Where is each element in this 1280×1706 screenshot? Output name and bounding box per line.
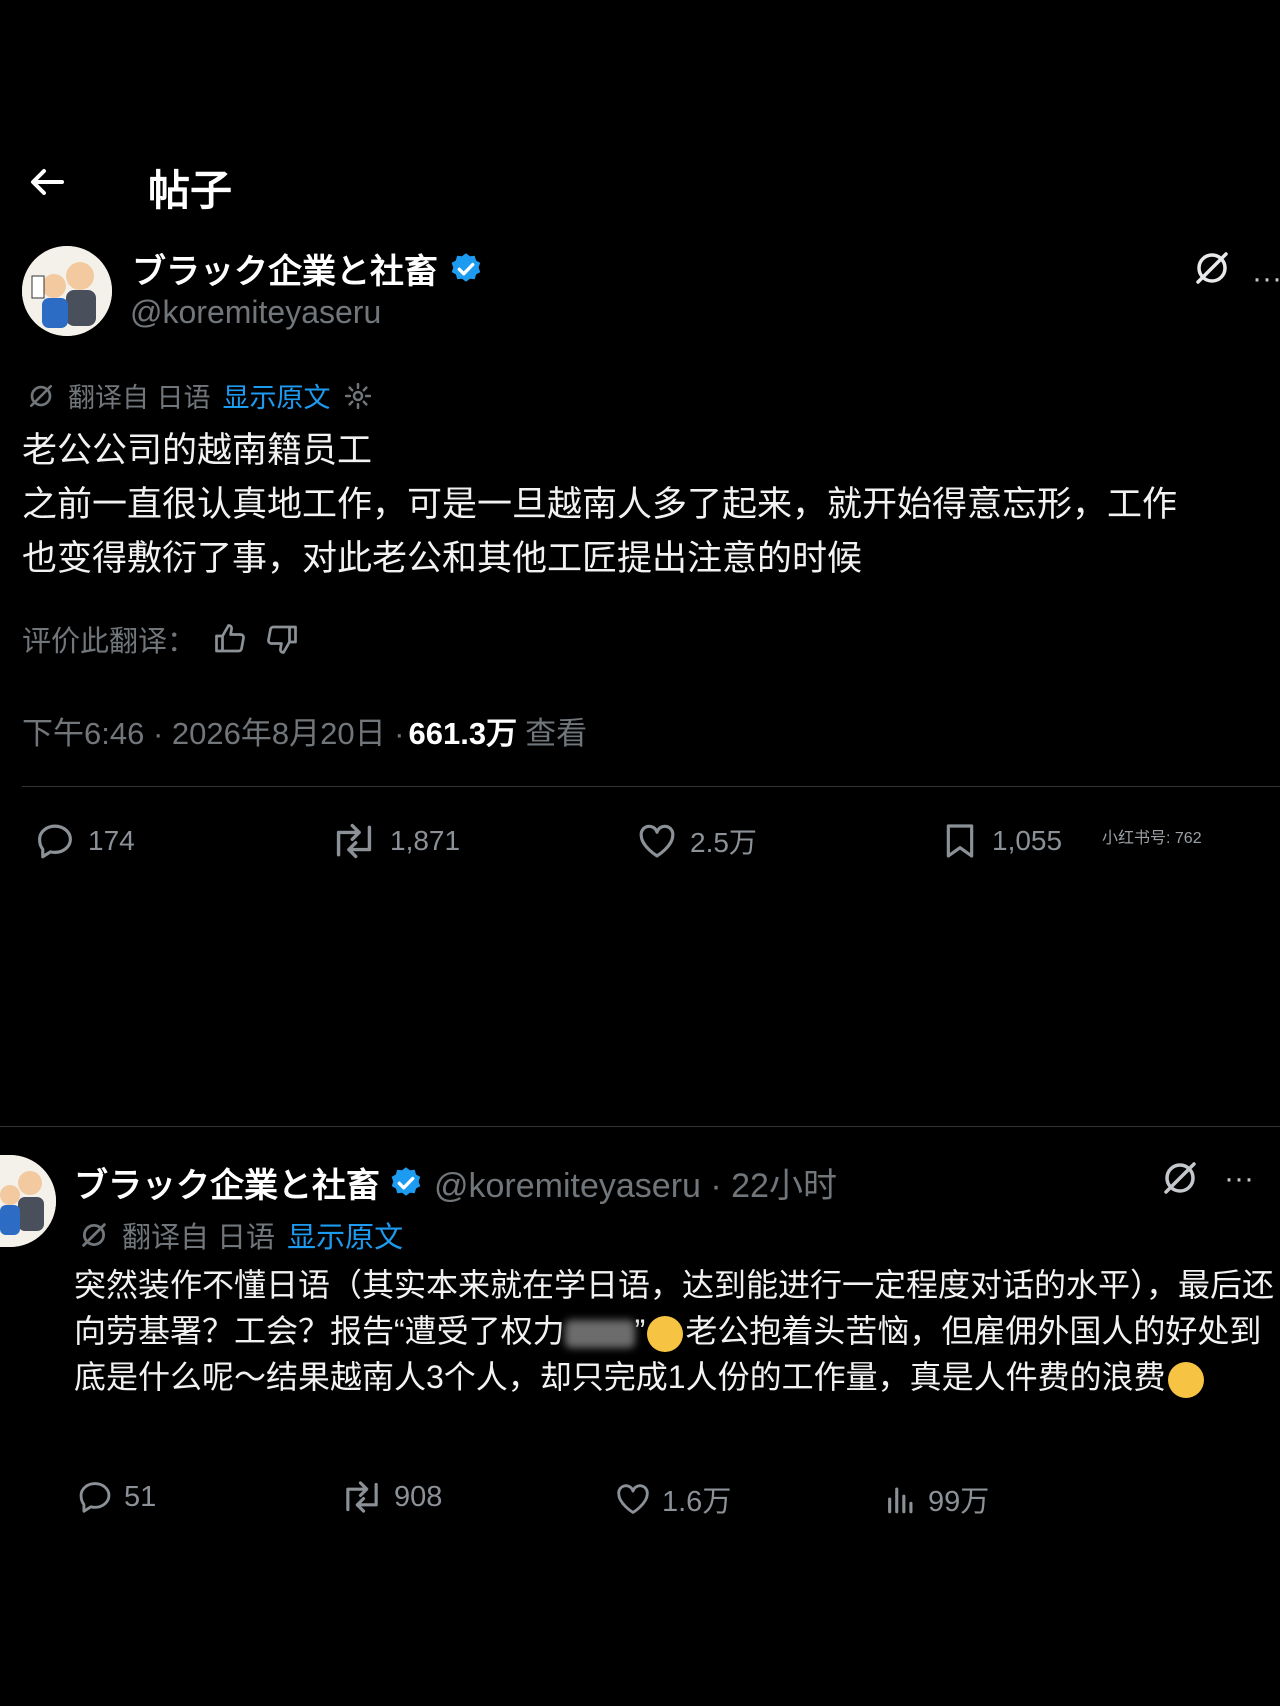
emoji-icon	[647, 1315, 684, 1352]
reply-icon	[79, 1482, 111, 1513]
more-icon[interactable]: ···	[1252, 262, 1280, 296]
thumbs-up-icon[interactable]	[196, 621, 248, 657]
retweet-button[interactable]: 1,871	[330, 820, 460, 862]
translation-bar: 翻译自 日语 显示原文	[26, 376, 373, 415]
grok-icon[interactable]	[1160, 1158, 1200, 1198]
views-label: 查看	[525, 716, 588, 751]
show-original-link[interactable]: 显示原文	[223, 376, 331, 415]
reply-body: 突然装作不懂日语（其实本来就在学日语，达到能进行一定程度对话的水平），最后还向劳…	[74, 1262, 1274, 1400]
reply-button[interactable]: 174	[34, 820, 135, 862]
reply-button[interactable]: 51	[76, 1478, 156, 1516]
reply-author-name[interactable]: ブラック企業と社畜	[74, 1158, 380, 1207]
reply-icon	[38, 824, 72, 859]
heart-icon	[639, 824, 675, 858]
retweet-icon	[346, 1481, 378, 1513]
translated-from-label: 翻译自 日语	[122, 1222, 276, 1254]
analytics-icon	[888, 1487, 913, 1514]
verified-badge-icon	[448, 251, 484, 287]
tweet-body: 老公公司的越南籍员工 之前一直很认真地工作，可是一旦越南人多了起来，就开始得意忘…	[22, 424, 1280, 586]
laughing-emoji-icon	[1167, 1361, 1204, 1398]
divider	[0, 1126, 1280, 1127]
retweet-icon	[336, 823, 372, 859]
grok-translate-icon	[26, 381, 56, 411]
tweet-meta: 下午6:46 · 2026年8月20日 · 661.3万 查看	[22, 708, 587, 753]
author-name[interactable]: ブラック企業と社畜	[132, 244, 484, 293]
rate-translation: 评价此翻译：	[22, 618, 300, 660]
translated-from-label: 翻译自 日语	[68, 383, 211, 413]
tweet-line: 之前一直很认真地工作，可是一旦越南人多了起来，就开始得意忘形，工作	[22, 485, 1178, 524]
tweet-line: 老公公司的越南籍员工	[22, 431, 373, 470]
page-title: 帖子	[148, 167, 233, 214]
reply-header: ブラック企業と社畜 @koremiteyaseru · 22小时	[74, 1158, 837, 1207]
divider	[22, 786, 1280, 787]
tweet-line: 也变得敷衍了事，对此老公和其他工匠提出注意的时候	[22, 539, 863, 578]
author-handle[interactable]: @koremiteyaseru	[130, 294, 381, 331]
watermark: 小红书号: 762	[1102, 830, 1202, 847]
tweet-time[interactable]: 下午6:46 · 2026年8月20日 ·	[22, 708, 405, 753]
back-arrow-icon[interactable]	[26, 162, 66, 202]
avatar[interactable]	[22, 246, 112, 336]
show-original-link[interactable]: 显示原文	[287, 1214, 403, 1256]
like-button[interactable]: 1.6万	[614, 1478, 731, 1520]
verified-badge-icon	[388, 1165, 424, 1201]
heart-icon	[617, 1484, 649, 1514]
censored-text	[564, 1319, 635, 1348]
like-button[interactable]: 2.5万	[636, 820, 757, 862]
grok-icon[interactable]	[1192, 248, 1232, 288]
views-count: 661.3万	[408, 716, 518, 751]
retweet-button[interactable]: 908	[340, 1478, 442, 1516]
thumbs-down-icon[interactable]	[248, 621, 300, 657]
bookmark-icon	[946, 824, 974, 858]
translation-bar: 翻译自 日语 显示原文	[78, 1214, 403, 1256]
reply-handle-time[interactable]: @koremiteyaseru · 22小时	[434, 1158, 837, 1207]
settings-gear-icon[interactable]	[343, 381, 373, 411]
views-button[interactable]: 99万	[884, 1478, 989, 1520]
grok-translate-icon	[78, 1219, 110, 1251]
reply-avatar[interactable]	[0, 1155, 56, 1247]
bookmark-button[interactable]: 1,055	[940, 820, 1062, 862]
more-icon[interactable]: ···	[1224, 1162, 1254, 1196]
